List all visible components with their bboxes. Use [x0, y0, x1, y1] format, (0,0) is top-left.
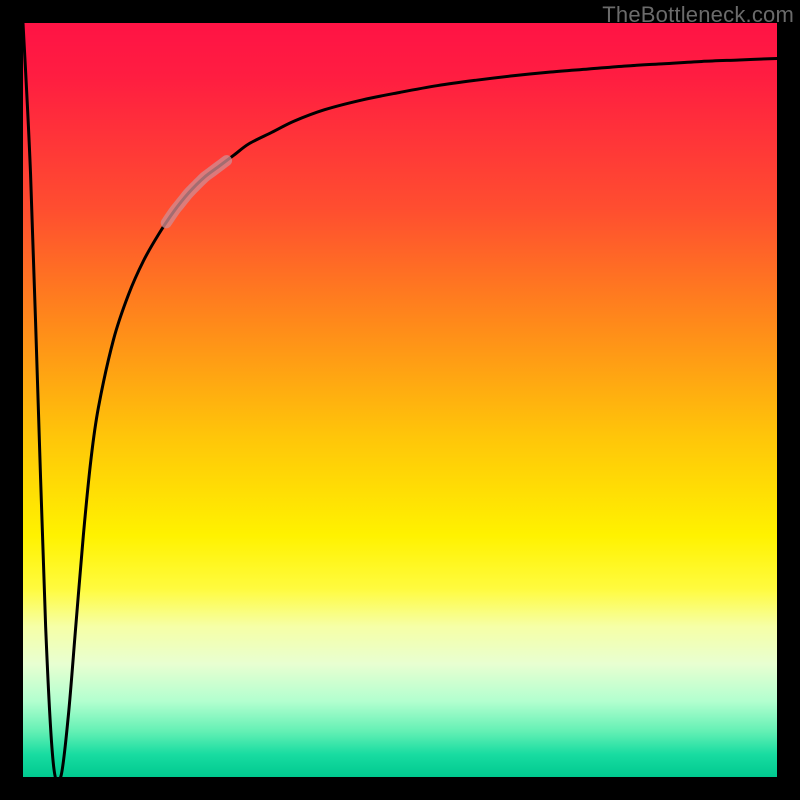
chart-curve-layer [23, 23, 777, 777]
bottleneck-curve-highlight [166, 161, 226, 223]
watermark-text: TheBottleneck.com [602, 2, 794, 28]
chart-frame: TheBottleneck.com [0, 0, 800, 800]
chart-plot-area [23, 23, 777, 777]
bottleneck-curve [23, 23, 777, 782]
